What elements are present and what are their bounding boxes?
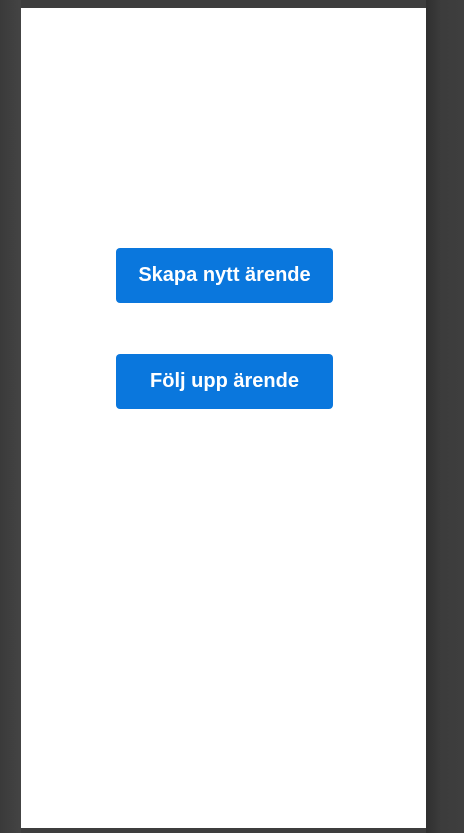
create-new-case-button[interactable]: Skapa nytt ärende [116,248,333,303]
page-content: Skapa nytt ärende Följ upp ärende [21,8,426,828]
left-margin [0,0,21,833]
follow-up-case-button[interactable]: Följ upp ärende [116,354,333,409]
right-margin [426,0,464,833]
